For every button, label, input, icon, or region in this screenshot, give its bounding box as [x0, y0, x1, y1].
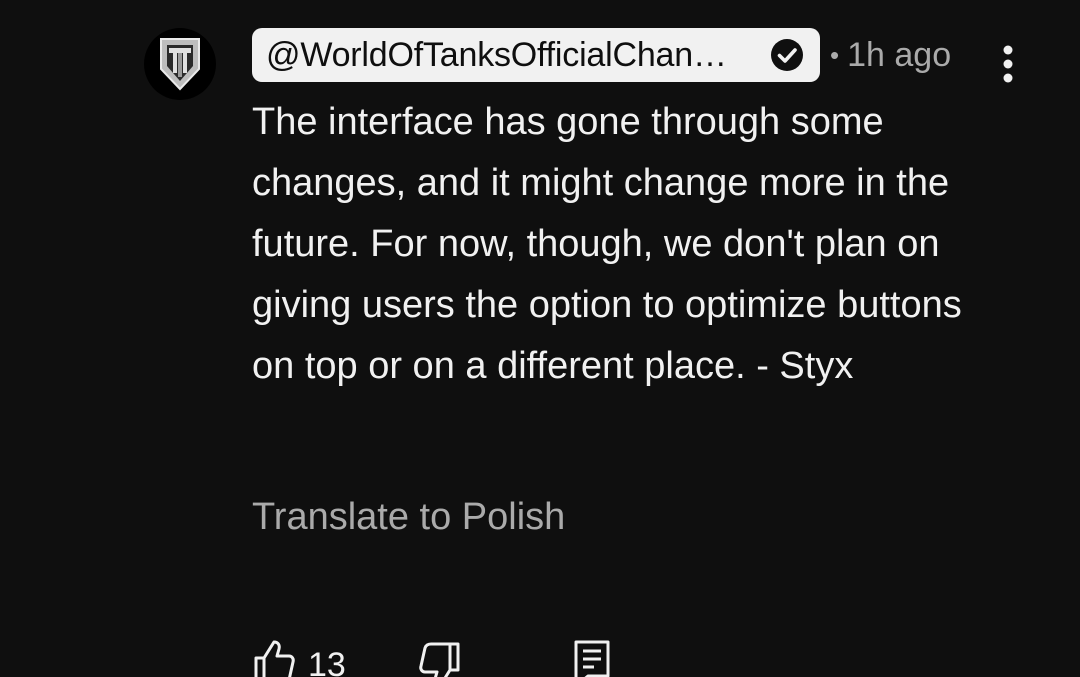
author-name-chip[interactable]: @WorldOfTanksOfficialChan…: [252, 28, 820, 82]
world-of-tanks-logo-icon: [160, 38, 200, 91]
comment-timestamp: 1h ago: [847, 35, 952, 74]
author-name: @WorldOfTanksOfficialChan…: [266, 35, 727, 74]
check-circle-icon: [771, 39, 803, 71]
separator-dot: •: [830, 39, 840, 70]
thumbs-down-icon: [419, 642, 460, 677]
comment-header: @WorldOfTanksOfficialChan… • 1h ago: [252, 28, 951, 82]
translate-link[interactable]: Translate to Polish: [252, 496, 565, 539]
vertical-dots-icon: [1003, 45, 1013, 83]
comment-text: The interface has gone through some chan…: [252, 101, 962, 387]
reply-comment-icon: [574, 640, 610, 677]
like-button[interactable]: 13: [252, 636, 346, 677]
more-options-button[interactable]: [988, 42, 1028, 86]
reply-button[interactable]: [572, 636, 612, 677]
author-avatar[interactable]: [144, 28, 216, 100]
comment-actions: 13: [252, 636, 612, 677]
dislike-button[interactable]: [418, 636, 462, 677]
like-count: 13: [308, 646, 346, 677]
thumbs-up-icon: [254, 640, 295, 677]
comment-item: @WorldOfTanksOfficialChan… • 1h ago The …: [0, 0, 1080, 677]
